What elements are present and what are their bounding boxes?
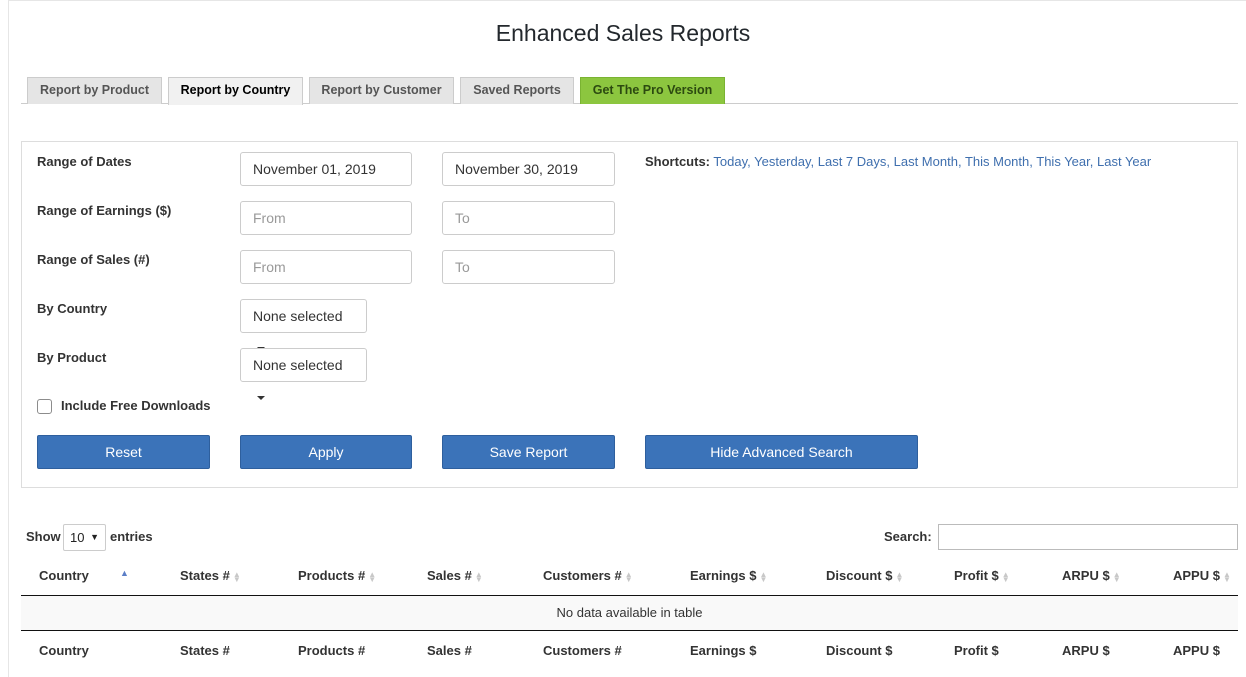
entries-select-value: 10 — [70, 530, 85, 545]
show-label: Show — [26, 529, 61, 544]
footer-earnings: Earnings $ — [690, 643, 757, 658]
country-select[interactable]: None selected — [240, 299, 367, 352]
sort-ascending-icon: ▲ — [120, 568, 129, 578]
sales-from-input[interactable]: From — [240, 250, 412, 284]
sales-label: Range of Sales (#) — [37, 252, 150, 267]
footer-appu: APPU $ — [1173, 643, 1220, 658]
tab-get-pro-version[interactable]: Get The Pro Version — [580, 77, 725, 104]
sales-to-input[interactable]: To — [442, 250, 615, 284]
shortcut-last-7-days[interactable]: Last 7 Days — [818, 154, 887, 169]
shortcuts-label: Shortcuts: — [645, 154, 710, 169]
product-select-value: None selected — [253, 357, 343, 373]
footer-products: Products # — [298, 643, 366, 658]
shortcut-last-month[interactable]: Last Month — [894, 154, 958, 169]
footer-country: Country — [39, 643, 89, 658]
tab-saved-reports[interactable]: Saved Reports — [460, 77, 574, 104]
sort-icon: ▲ ▼ — [474, 569, 483, 584]
page-title: Enhanced Sales Reports — [495, 20, 751, 46]
shortcut-this-year[interactable]: This Year — [1036, 154, 1090, 169]
product-select[interactable]: None selected — [240, 348, 367, 401]
caret-down-icon — [257, 396, 265, 401]
tab-report-by-product[interactable]: Report by Product — [27, 77, 162, 104]
footer-profit: Profit $ — [954, 643, 999, 658]
search-input[interactable] — [938, 524, 1238, 550]
footer-discount: Discount $ — [826, 643, 893, 658]
entries-label: entries — [110, 529, 153, 544]
column-header-states[interactable]: States # ▲ ▼ — [180, 568, 241, 583]
free-downloads-label: Include Free Downloads — [61, 398, 211, 413]
save-report-button[interactable]: Save Report — [442, 435, 615, 469]
shortcuts: Shortcuts: Today, Yesterday, Last 7 Days… — [645, 154, 1152, 169]
shortcut-last-year[interactable]: Last Year — [1097, 154, 1151, 169]
footer-states: States # — [180, 643, 230, 658]
shortcut-today[interactable]: Today — [713, 154, 747, 169]
hide-advanced-search-button[interactable]: Hide Advanced Search — [645, 435, 918, 469]
advanced-search-panel: Range of Dates November 01, 2019 Novembe… — [21, 141, 1238, 488]
earnings-to-input[interactable]: To — [442, 201, 615, 235]
column-header-customers[interactable]: Customers # ▲ ▼ — [543, 568, 633, 583]
search-label: Search: — [884, 529, 932, 544]
column-header-earnings[interactable]: Earnings $ ▲ ▼ — [690, 568, 767, 583]
column-header-profit[interactable]: Profit $ ▲ ▼ — [954, 568, 1010, 583]
shortcut-yesterday[interactable]: Yesterday — [754, 154, 810, 169]
sort-icon: ▲ ▼ — [368, 569, 377, 584]
footer-customers: Customers # — [543, 643, 622, 658]
column-header-discount[interactable]: Discount $ ▲ ▼ — [826, 568, 903, 583]
free-downloads-checkbox[interactable] — [37, 399, 52, 414]
sort-icon: ▲ ▼ — [759, 569, 768, 584]
reset-button[interactable]: Reset — [37, 435, 210, 469]
sort-icon: ▲ ▼ — [232, 569, 241, 584]
report-tabs: Report by Product Report by Country Repo… — [21, 77, 1238, 105]
column-header-products[interactable]: Products # ▲ ▼ — [298, 568, 376, 583]
sort-icon: ▲ ▼ — [1112, 569, 1121, 584]
sort-icon: ▲ ▼ — [624, 569, 633, 584]
earnings-label: Range of Earnings ($) — [37, 203, 172, 218]
sort-icon: ▲ ▼ — [1222, 569, 1231, 584]
date-to-input[interactable]: November 30, 2019 — [442, 152, 615, 186]
footer-arpu: ARPU $ — [1062, 643, 1110, 658]
shortcut-this-month[interactable]: This Month — [965, 154, 1029, 169]
sort-icon: ▲ ▼ — [1001, 569, 1010, 584]
entries-select[interactable]: 10 ▼ — [63, 524, 106, 551]
column-header-sales[interactable]: Sales # ▲ ▼ — [427, 568, 483, 583]
tab-report-by-country[interactable]: Report by Country — [168, 77, 303, 105]
country-label: By Country — [37, 301, 108, 316]
product-label: By Product — [37, 350, 107, 365]
footer-sales: Sales # — [427, 643, 472, 658]
dates-label: Range of Dates — [37, 154, 132, 169]
column-header-appu[interactable]: APPU $ ▲ ▼ — [1173, 568, 1231, 583]
table-header: Country ▲ States # ▲ ▼ Products # ▲ ▼ Sales … — [21, 560, 1238, 596]
sort-icon: ▲ ▼ — [895, 569, 904, 584]
apply-button[interactable]: Apply — [240, 435, 412, 469]
tab-report-by-customer[interactable]: Report by Customer — [309, 77, 454, 104]
column-header-country[interactable]: Country — [39, 568, 89, 583]
table-footer: Country States # Products # Sales # Cust… — [21, 630, 1238, 670]
date-from-input[interactable]: November 01, 2019 — [240, 152, 412, 186]
table-empty-row: No data available in table — [21, 596, 1238, 630]
column-header-arpu[interactable]: ARPU $ ▲ ▼ — [1062, 568, 1121, 583]
country-select-value: None selected — [253, 308, 343, 324]
earnings-from-input[interactable]: From — [240, 201, 412, 235]
select-arrow-icon: ▼ — [90, 532, 99, 542]
